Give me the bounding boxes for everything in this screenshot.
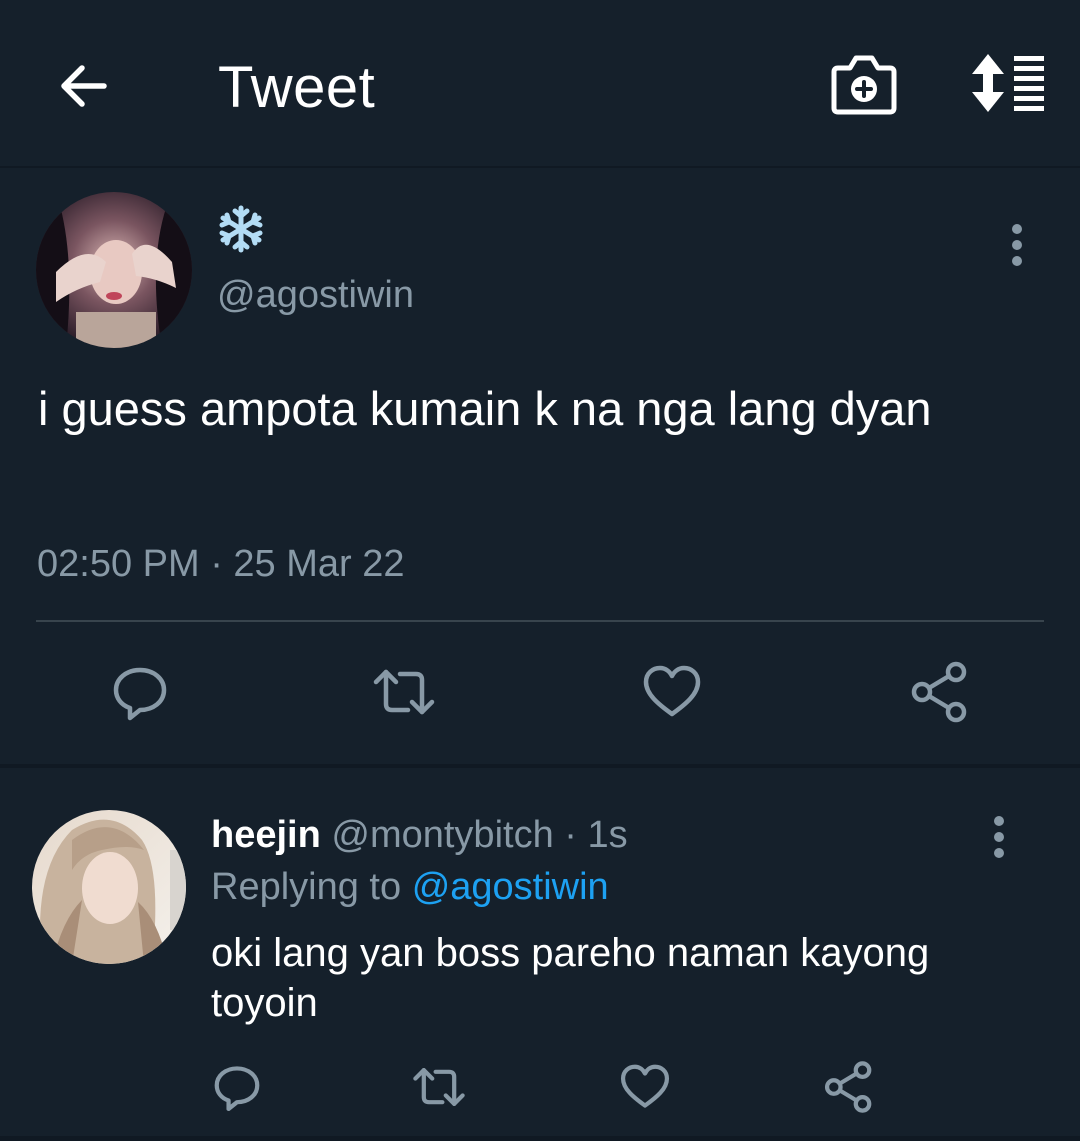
replying-to-link[interactable]: @agostiwin xyxy=(412,866,609,908)
more-options-icon[interactable] xyxy=(984,814,1014,860)
page-title: Tweet xyxy=(218,55,376,120)
reply-icon[interactable] xyxy=(210,1060,264,1114)
arrow-left-icon[interactable] xyxy=(54,56,114,116)
avatar[interactable] xyxy=(36,192,192,348)
reply-header: heejin @montybitch · 1s xyxy=(211,814,628,857)
section-separator xyxy=(0,1136,1080,1141)
camera-add-icon[interactable] xyxy=(830,52,898,116)
divider xyxy=(36,620,1044,622)
reply-text: oki lang yan boss pareho naman kayong to… xyxy=(211,931,930,1025)
tweet-detail-screen: Tweet @agostiwin i guess ampota kumain k… xyxy=(0,0,1080,1141)
snowflake-icon xyxy=(216,204,266,254)
tweet-text: i guess ampota kumain k na nga lang dyan xyxy=(38,382,932,435)
share-icon[interactable] xyxy=(822,1060,876,1114)
retweet-icon[interactable] xyxy=(412,1060,466,1114)
avatar[interactable] xyxy=(32,810,186,964)
retweet-icon[interactable] xyxy=(372,660,436,724)
replying-to-line: Replying to @agostiwin xyxy=(211,866,609,909)
reply-author-handle[interactable]: @montybitch xyxy=(331,814,553,856)
more-options-icon[interactable] xyxy=(1002,222,1032,268)
section-separator xyxy=(0,764,1080,768)
author-handle[interactable]: @agostiwin xyxy=(217,274,414,317)
reply-icon[interactable] xyxy=(108,660,172,724)
app-header: Tweet xyxy=(0,0,1080,168)
share-icon[interactable] xyxy=(908,660,972,724)
reply-time: · 1s xyxy=(564,814,628,856)
like-icon[interactable] xyxy=(640,660,704,724)
reply-author-name[interactable]: heejin xyxy=(211,814,321,856)
sort-list-icon[interactable] xyxy=(968,52,1048,114)
like-icon[interactable] xyxy=(618,1060,672,1114)
replying-to-label: Replying to xyxy=(211,866,402,908)
tweet-timestamp: 02:50 PM · 25 Mar 22 xyxy=(37,543,405,585)
